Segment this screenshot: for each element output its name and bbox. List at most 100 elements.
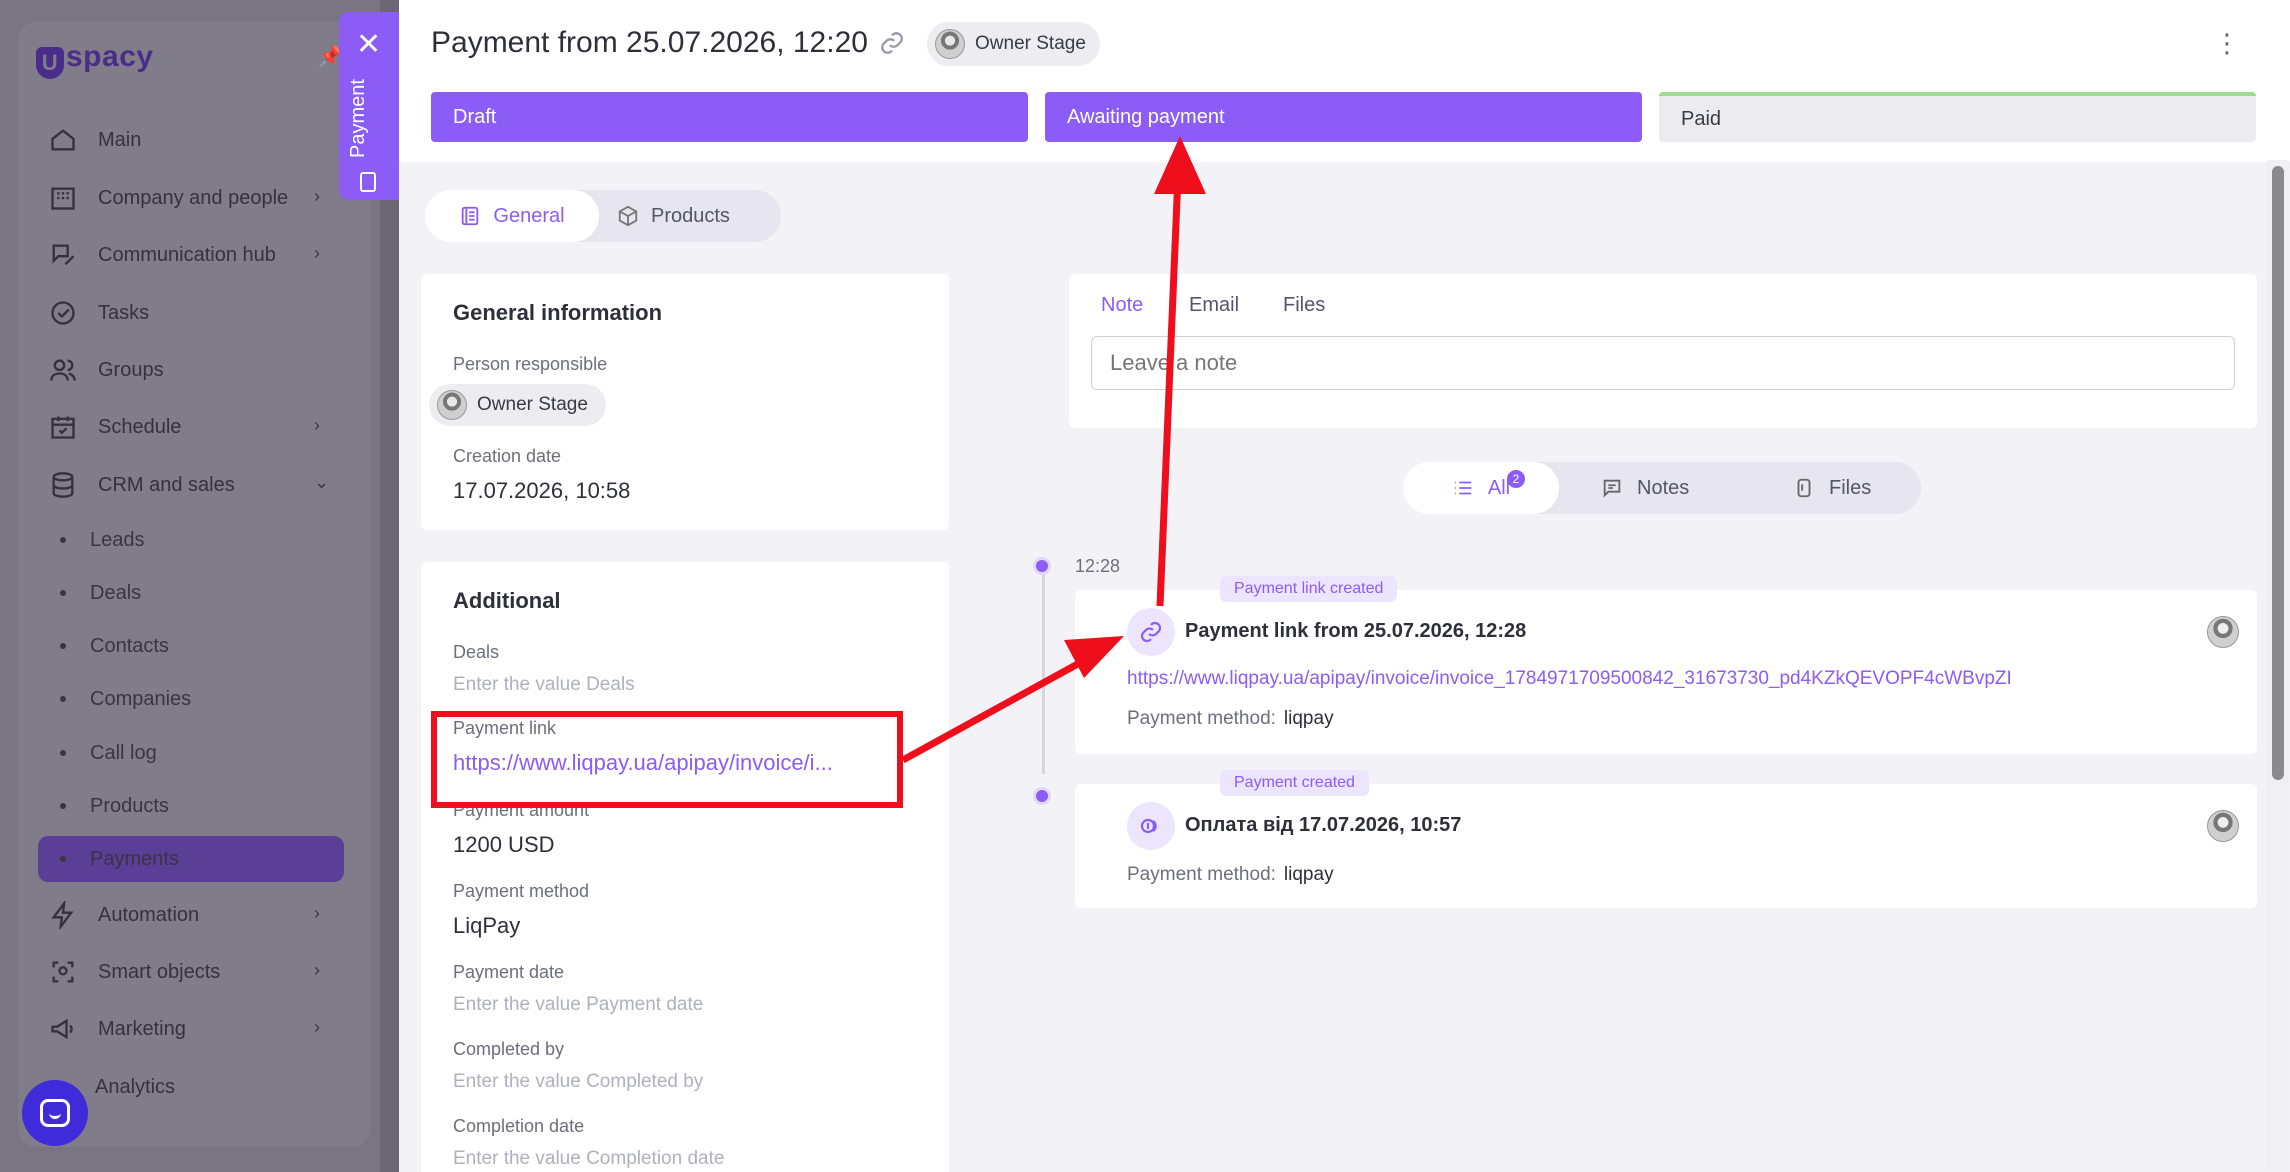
sidebar-sub-products[interactable]: Products (60, 788, 169, 824)
payment-amount-value[interactable]: 1200 USD (453, 832, 555, 858)
field-label: Person responsible (453, 354, 608, 374)
list-icon (1454, 481, 1472, 495)
card-title: General information (453, 300, 663, 325)
sidebar-sub-contacts[interactable]: Contacts (60, 628, 169, 664)
calendar-icon (48, 412, 78, 442)
field-label: Completion date (453, 1116, 585, 1136)
payment-link-url[interactable]: https://www.liqpay.ua/apipay/invoice/inv… (1127, 668, 2012, 690)
more-options-icon[interactable]: ⋮ (2214, 30, 2240, 56)
megaphone-icon (48, 1014, 78, 1044)
completed-by-field[interactable]: Enter the value Completed by (453, 1071, 703, 1093)
completion-date-field[interactable]: Enter the value Completion date (453, 1148, 724, 1170)
support-chat-button[interactable] (22, 1080, 88, 1146)
sidebar-item-communication[interactable]: Communication hub (48, 235, 276, 275)
chevron-right-icon: › (314, 1017, 320, 1037)
tab-note[interactable]: Note (1101, 294, 1143, 317)
sidebar-item-marketing[interactable]: Marketing (48, 1009, 186, 1049)
building-icon (48, 183, 78, 213)
sidebar-sub-companies[interactable]: Companies (60, 681, 191, 717)
sidebar-sub-deals[interactable]: Deals (60, 575, 141, 611)
stage-draft[interactable]: Draft (431, 92, 1028, 142)
field-label: Deals (453, 642, 500, 662)
sidebar-item-label: Analytics (95, 1075, 176, 1098)
timeline-dot (1033, 787, 1051, 805)
stage-paid[interactable]: Paid (1659, 92, 2256, 142)
deals-field[interactable]: Enter the value Deals (453, 674, 635, 696)
creation-date-value: 17.07.2026, 10:58 (453, 478, 631, 503)
sidebar-item-crm[interactable]: CRM and sales (48, 465, 235, 505)
list-doc-icon (462, 206, 479, 226)
card-title: Additional (453, 588, 561, 613)
file-icon (1797, 478, 1811, 498)
chevron-right-icon: › (314, 186, 320, 206)
sidebar-item-label: Marketing (98, 1017, 186, 1040)
field-label: Creation date (453, 446, 562, 466)
stage-awaiting-payment[interactable]: Awaiting payment (1045, 92, 1642, 142)
check-circle-icon (48, 298, 78, 328)
side-tab-label: Payment (347, 79, 369, 158)
payment-side-tab[interactable]: ✕ Payment (339, 12, 399, 200)
scrollbar-thumb[interactable] (2272, 166, 2284, 780)
sidebar-sub-leads[interactable]: Leads (60, 522, 145, 558)
sidebar-item-tasks[interactable]: Tasks (48, 293, 149, 333)
note-composer: Note Email Files (1069, 274, 2257, 428)
owner-name: Owner Stage (975, 33, 1086, 54)
database-icon (48, 470, 78, 500)
sidebar-item-label: Automation (98, 903, 200, 926)
event-title: Payment link from 25.07.2026, 12:28 (1185, 620, 1527, 642)
sidebar-item-automation[interactable]: Automation (48, 895, 199, 935)
copy-link-icon[interactable] (879, 30, 909, 60)
filter-notes[interactable]: Notes (1601, 462, 1689, 514)
link-icon (1127, 608, 1175, 656)
chevron-right-icon: › (314, 243, 320, 263)
sidebar-item-label: Groups (98, 358, 164, 381)
tab-general[interactable]: General (425, 190, 599, 242)
chevron-down-icon: ⌄ (314, 472, 330, 492)
box-icon (618, 205, 638, 227)
timeline-line (1042, 568, 1045, 774)
sidebar-item-smart-objects[interactable]: Smart objects (48, 952, 220, 992)
note-input[interactable] (1091, 336, 2235, 390)
sidebar-sub-payments[interactable]: Payments (60, 841, 179, 877)
chat-edit-icon (48, 240, 78, 270)
person-responsible-chip[interactable]: Owner Stage (429, 384, 606, 426)
avatar (2207, 810, 2239, 842)
chevron-right-icon: › (314, 903, 320, 923)
event-tag: Payment link created (1220, 576, 1398, 602)
panel-header: Payment from 25.07.2026, 12:20 Owner Sta… (399, 0, 2290, 162)
payment-method-value[interactable]: LiqPay (453, 913, 520, 939)
tab-email[interactable]: Email (1189, 294, 1239, 317)
lightning-icon (48, 900, 78, 930)
scan-icon (48, 957, 78, 987)
timeline-event-payment-link[interactable]: Payment link created Payment link from 2… (1075, 576, 2257, 754)
tab-products[interactable]: Products (617, 190, 730, 242)
sidebar-item-main[interactable]: Main (48, 120, 141, 160)
home-icon (48, 125, 78, 155)
sidebar-item-label: Main (98, 128, 142, 151)
close-icon[interactable]: ✕ (356, 30, 381, 60)
sidebar-item-company[interactable]: Company and people (48, 178, 288, 218)
document-icon (360, 172, 376, 192)
sidebar-item-label: Tasks (98, 301, 150, 324)
payment-date-field[interactable]: Enter the value Payment date (453, 994, 703, 1016)
timeline-filter: All 2 Notes Files (1403, 462, 1921, 514)
timeline-dot (1033, 557, 1051, 575)
section-tabs: General Products (425, 190, 781, 242)
sidebar-item-analytics[interactable]: Analytics (95, 1067, 175, 1107)
timeline-event-payment-created[interactable]: Payment created Оплата від 17.07.2026, 1… (1075, 770, 2257, 908)
sidebar-item-label: Company and people (98, 186, 289, 209)
avatar (437, 390, 467, 420)
sidebar-item-groups[interactable]: Groups (48, 350, 164, 390)
payment-panel: Payment from 25.07.2026, 12:20 Owner Sta… (399, 0, 2290, 1172)
sidebar-sub-call-log[interactable]: Call log (60, 735, 157, 771)
annotation-highlight-box (431, 711, 903, 808)
filter-files[interactable]: Files (1793, 462, 1871, 514)
filter-all[interactable]: All 2 (1403, 462, 1559, 514)
sidebar-item-schedule[interactable]: Schedule (48, 407, 181, 447)
app-logo[interactable]: Uspacy (36, 40, 154, 79)
tab-files[interactable]: Files (1283, 294, 1325, 317)
sidebar: Uspacy 📌 Main Company and people › Commu… (0, 0, 380, 1172)
sidebar-item-label: Schedule (98, 415, 182, 438)
event-meta: Payment method: liqpay (1127, 864, 1334, 885)
owner-chip[interactable]: Owner Stage (927, 22, 1100, 66)
